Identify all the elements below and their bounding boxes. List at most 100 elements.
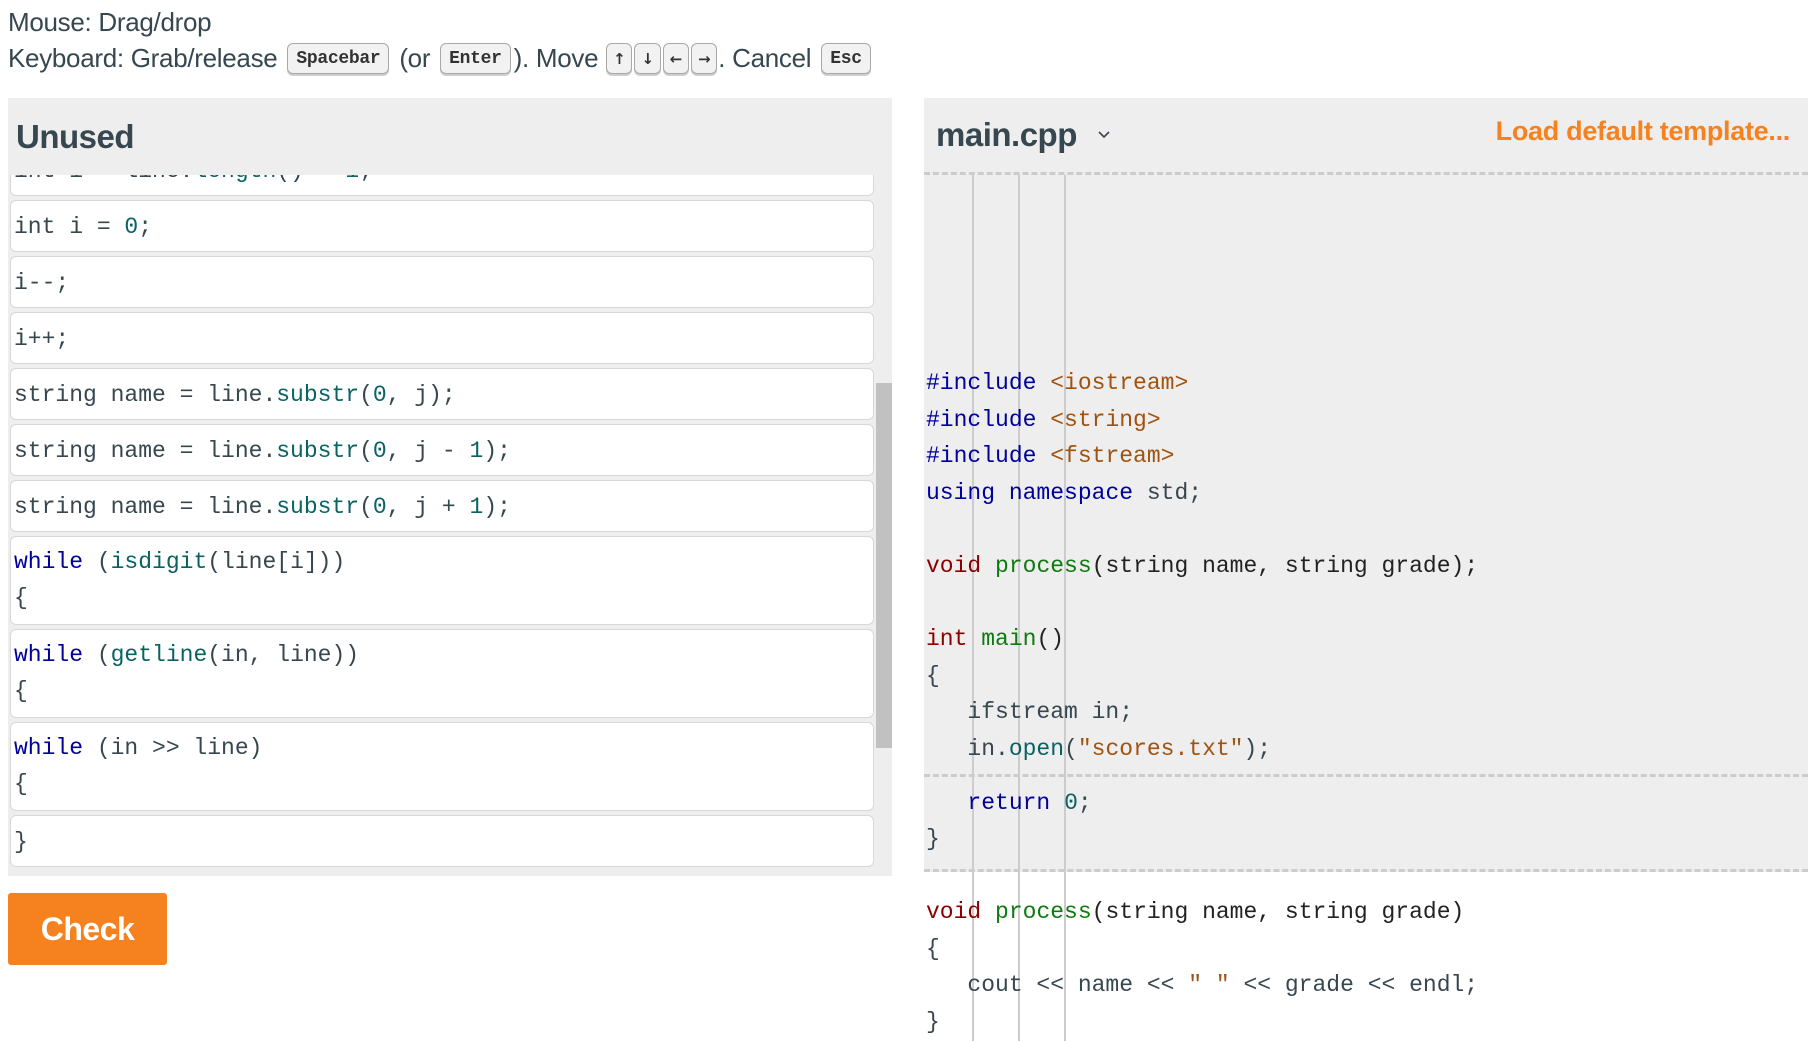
code-token: int i = [14, 214, 125, 240]
code-token: main [981, 626, 1037, 653]
mouse-instructions-text: Mouse: Drag/drop [8, 7, 212, 37]
unused-block-list[interactable]: int i = line.length() - 1; int i = 0; i--;… [8, 175, 876, 876]
key-spacebar: Spacebar [287, 42, 390, 74]
code-line: #include <string> [924, 402, 1808, 439]
mouse-instructions: Mouse: Drag/drop [8, 4, 874, 40]
key-arrow-down-icon: ↓ [634, 42, 661, 74]
drop-slot-divider[interactable] [924, 773, 1808, 777]
code-token: #include [926, 443, 1037, 470]
code-token: string name = line. [14, 438, 277, 464]
code-line: in.open("scores.txt"); [924, 731, 1808, 768]
code-block[interactable]: int i = line.length() - 1; [10, 175, 874, 196]
code-line: i++; [14, 321, 870, 357]
code-block[interactable]: i--; [10, 256, 874, 308]
code-line: ifstream in; [924, 694, 1808, 731]
code-token: (in, line)) [207, 642, 360, 668]
code-block[interactable]: string name = line.substr(0, j); [10, 368, 874, 420]
code-token: cout << name << [926, 972, 1189, 999]
key-arrow-left-icon: ← [662, 42, 689, 74]
code-token: () [1036, 626, 1065, 653]
code-line: cout << name << " " << grade << endl; [924, 967, 1808, 1004]
code-token: } [926, 1009, 940, 1036]
chevron-down-icon[interactable] [1097, 128, 1111, 142]
code-token: ; [359, 175, 373, 184]
code-block[interactable]: while (in >> line) { [10, 722, 874, 811]
code-token: substr [276, 382, 360, 408]
code-line: { [924, 658, 1808, 695]
code-token: <fstream> [1050, 443, 1175, 470]
code-token: substr [276, 438, 360, 464]
code-token: i--; [14, 270, 70, 296]
key-enter: Enter [440, 42, 511, 74]
code-token: ; [138, 214, 153, 240]
editor-panel: main.cpp Load default template... #inclu… [924, 98, 1808, 1041]
code-line: void process(string name, string grade) [924, 894, 1808, 931]
code-line: string name = line.substr(0, j - 1); [14, 433, 870, 469]
unused-panel: Unused int i = line.length() - 1;int i =… [8, 98, 892, 876]
unused-panel-title: Unused [16, 117, 135, 155]
code-token: while [14, 549, 84, 575]
code-line: { [14, 580, 870, 616]
code-block[interactable]: string name = line.substr(0, j + 1); [10, 480, 874, 532]
code-line: } [14, 824, 870, 860]
code-token: 1 [469, 438, 484, 464]
keyboard-prefix-text: Keyboard: Grab/release [8, 43, 285, 73]
code-token: { [14, 771, 28, 797]
code-token: ; [1077, 789, 1092, 816]
code-token: (line[i])) [207, 549, 346, 575]
code-token: namespace [1008, 479, 1134, 506]
load-default-template-link[interactable]: Load default template... [1496, 116, 1791, 147]
code-token: , j - [386, 438, 470, 464]
keyboard-instructions: Keyboard: Grab/release Spacebar (or Ente… [8, 40, 874, 76]
code-token: #include [926, 369, 1037, 396]
code-token: 0 [372, 494, 387, 520]
or-text: (or [392, 43, 438, 73]
code-block[interactable]: i++; [10, 312, 874, 364]
code-token: void [926, 552, 982, 579]
code-token: << grade << endl; [1229, 972, 1479, 999]
code-drop-area[interactable]: #include <iostream> #include <string> #inc… [924, 175, 1808, 1041]
code-token: ( [83, 549, 111, 575]
code-token: ); [1243, 735, 1272, 762]
code-token: <iostream> [1050, 369, 1189, 396]
code-line: } [924, 1004, 1808, 1041]
unused-scrollbar[interactable] [876, 175, 892, 876]
code-line: i--; [14, 265, 870, 301]
code-token: length [193, 175, 276, 184]
code-block[interactable]: while (getline(in, line)) { [10, 629, 874, 718]
code-block[interactable]: int i = 0; [10, 200, 874, 252]
code-line: { [14, 673, 870, 709]
code-token: , j + [386, 494, 470, 520]
code-block[interactable]: } [10, 815, 874, 867]
code-line: while (getline(in, line)) [14, 637, 870, 673]
code-token: (in >> line) [83, 735, 263, 761]
code-block[interactable]: while (isdigit(line[i])) { [10, 536, 874, 625]
code-token: while [14, 735, 84, 761]
code-token: { [14, 678, 28, 704]
file-name[interactable]: main.cpp [936, 116, 1077, 154]
code-line: using namespace std; [924, 475, 1808, 512]
code-token: in. [926, 735, 1009, 762]
check-button[interactable]: Check [8, 893, 167, 965]
code-token: { [926, 662, 940, 689]
code-token: string name = line. [14, 382, 277, 408]
scrollbar-thumb[interactable] [876, 383, 892, 748]
code-token: ( [359, 494, 373, 520]
code-line: #include <fstream> [924, 438, 1808, 475]
code-token: ( [1064, 735, 1078, 762]
code-token: while [14, 642, 84, 668]
code-token: getline [110, 642, 208, 668]
code-token: (string name, string grade); [1091, 552, 1479, 579]
code-line: } [924, 821, 1808, 858]
code-token: using [926, 479, 996, 506]
code-block[interactable]: string name = line.substr(0, j - 1); [10, 424, 874, 476]
code-line: { [14, 766, 870, 802]
